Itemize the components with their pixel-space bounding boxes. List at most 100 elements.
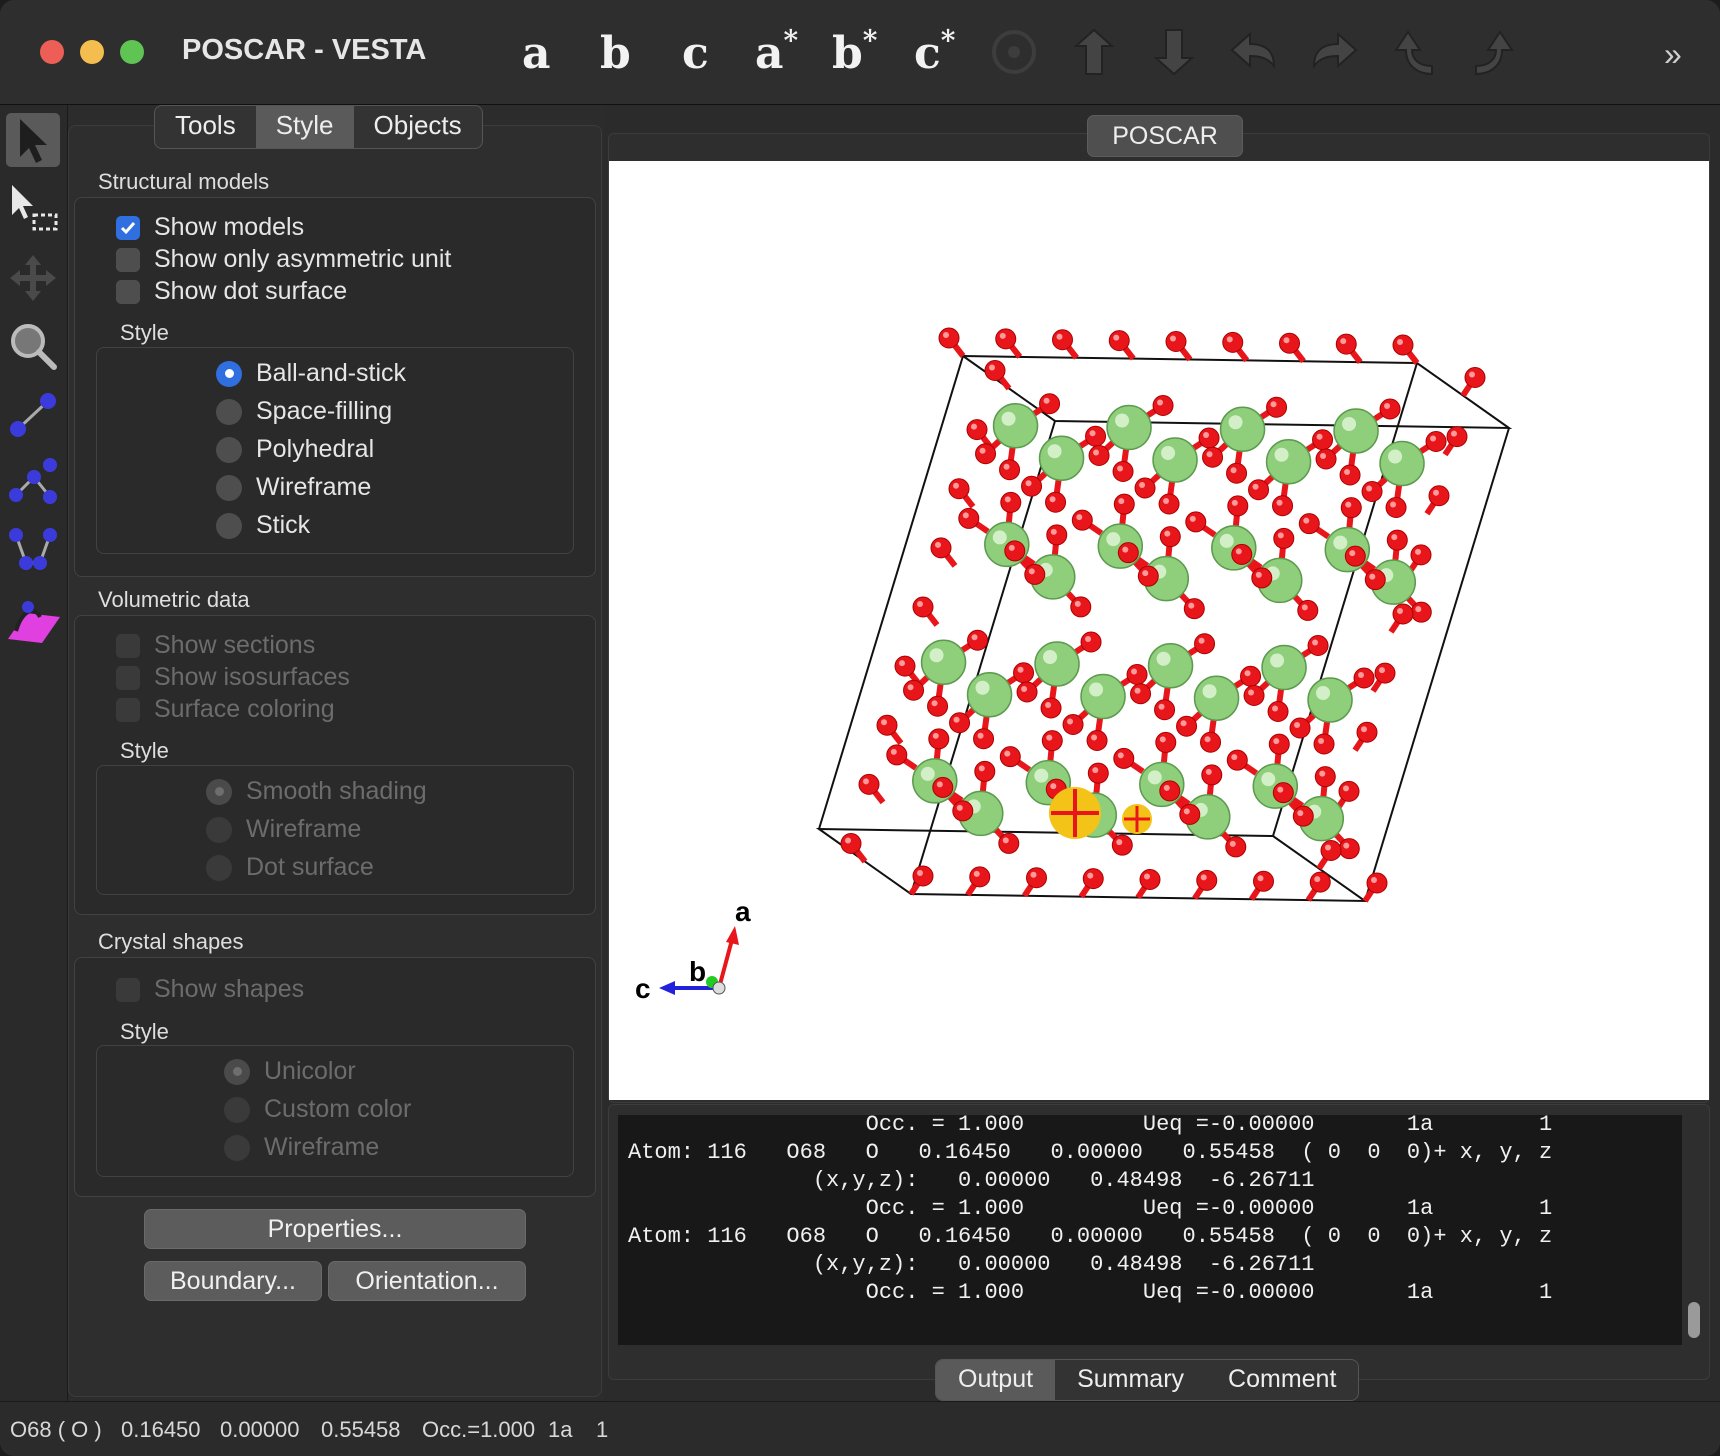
oxygen-atom[interactable] xyxy=(1297,599,1319,621)
oxygen-atom[interactable] xyxy=(1298,513,1320,535)
show-models-checkbox[interactable]: Show models xyxy=(116,213,304,242)
oxygen-atom[interactable] xyxy=(1312,429,1334,451)
oxygen-atom[interactable] xyxy=(1088,445,1110,466)
show-dot-surface-checkbox[interactable]: Show dot surface xyxy=(116,277,347,306)
select-region-icon[interactable] xyxy=(6,181,60,235)
rotate-down-icon[interactable] xyxy=(1148,26,1200,78)
smooth-shading-radio[interactable]: Smooth shading xyxy=(206,777,427,806)
oxygen-atom[interactable] xyxy=(1201,764,1223,786)
oxygen-atom[interactable] xyxy=(1202,446,1224,468)
oxygen-atom[interactable] xyxy=(1356,721,1378,743)
oxygen-atom[interactable] xyxy=(1428,485,1450,507)
oxygen-atom[interactable] xyxy=(1040,697,1062,719)
custom-color-radio[interactable]: Custom color xyxy=(224,1095,411,1124)
metal-atom[interactable] xyxy=(1152,437,1198,483)
view-along-a-star-button[interactable]: a* xyxy=(755,24,798,79)
oxygen-atom[interactable] xyxy=(974,760,996,782)
oxygen-atom[interactable] xyxy=(1410,601,1432,623)
oxygen-atom[interactable] xyxy=(999,746,1021,768)
oxygen-atom[interactable] xyxy=(1392,603,1414,625)
oxygen-atom[interactable] xyxy=(1240,665,1262,687)
oxygen-atom[interactable] xyxy=(1139,869,1161,890)
oxygen-atom[interactable] xyxy=(1155,731,1177,753)
oxygen-atom[interactable] xyxy=(1268,733,1290,755)
oxygen-atom[interactable] xyxy=(912,865,934,887)
metal-atom[interactable] xyxy=(1193,675,1240,721)
oxygen-atom[interactable] xyxy=(1176,715,1198,737)
crystal-structure-render[interactable]: a b c xyxy=(609,161,1709,1100)
oxygen-atom[interactable] xyxy=(1266,396,1288,418)
oxygen-atom[interactable] xyxy=(1004,540,1026,562)
select-arrow-icon[interactable] xyxy=(6,113,60,167)
oxygen-atom[interactable] xyxy=(967,629,989,651)
metal-atom[interactable] xyxy=(1106,404,1152,451)
oxygen-atom[interactable] xyxy=(973,728,995,750)
oxygen-atom[interactable] xyxy=(1392,334,1414,356)
show-asymmetric-unit-checkbox[interactable]: Show only asymmetric unit xyxy=(116,245,451,274)
oxygen-atom[interactable] xyxy=(1385,497,1407,518)
oxygen-atom[interactable] xyxy=(840,833,862,854)
tab-output[interactable]: Output xyxy=(936,1360,1056,1400)
tab-comment[interactable]: Comment xyxy=(1206,1360,1358,1400)
oxygen-atom[interactable] xyxy=(1046,524,1068,546)
oxygen-atom[interactable] xyxy=(1361,481,1383,502)
rotate-ccw-icon[interactable] xyxy=(1388,26,1440,78)
metal-atom[interactable] xyxy=(920,639,967,685)
oxygen-atom[interactable] xyxy=(1335,333,1357,355)
oxygen-atom[interactable] xyxy=(1272,782,1294,804)
oxygen-atom[interactable] xyxy=(1016,681,1038,703)
translate-icon[interactable] xyxy=(6,251,60,305)
oxygen-atom[interactable] xyxy=(1292,805,1314,827)
oxygen-atom[interactable] xyxy=(1309,871,1331,893)
close-window-button[interactable] xyxy=(40,40,64,64)
oxygen-atom[interactable] xyxy=(1248,479,1270,501)
oxygen-atom[interactable] xyxy=(1000,491,1022,513)
oxygen-atom[interactable] xyxy=(1085,425,1107,447)
lattice-plane-icon[interactable] xyxy=(6,591,60,645)
oxygen-atom[interactable] xyxy=(1226,462,1248,484)
oxygen-atom[interactable] xyxy=(1070,596,1092,618)
oxygen-atom[interactable] xyxy=(1251,567,1273,589)
oxygen-atom[interactable] xyxy=(912,596,934,618)
oxygen-atom[interactable] xyxy=(1315,448,1337,470)
boundary-button[interactable]: Boundary... xyxy=(144,1261,322,1301)
oxygen-atom[interactable] xyxy=(1158,493,1180,515)
oxygen-atom[interactable] xyxy=(1425,431,1447,452)
metal-atom[interactable] xyxy=(1147,643,1194,689)
oxygen-atom[interactable] xyxy=(1374,662,1396,684)
oxygen-atom[interactable] xyxy=(932,776,954,798)
oxygen-atom[interactable] xyxy=(1340,497,1362,519)
oxygen-atom[interactable] xyxy=(995,328,1017,350)
oxygen-atom[interactable] xyxy=(1026,867,1047,889)
output-scrollbar[interactable] xyxy=(1688,1302,1700,1338)
unicolor-radio[interactable]: Unicolor xyxy=(224,1057,356,1086)
oxygen-atom[interactable] xyxy=(1052,329,1073,351)
metal-atom[interactable] xyxy=(966,672,1013,718)
oxygen-atom[interactable] xyxy=(1200,731,1222,753)
oxygen-atom[interactable] xyxy=(1227,495,1249,517)
oxygen-atom[interactable] xyxy=(1111,834,1133,856)
oxygen-atom[interactable] xyxy=(966,419,988,441)
metal-atom[interactable] xyxy=(1038,435,1085,481)
oxygen-atom[interactable] xyxy=(1231,543,1253,565)
metal-atom[interactable] xyxy=(1034,641,1080,687)
oxygen-atom[interactable] xyxy=(1117,542,1139,564)
oxygen-atom[interactable] xyxy=(948,478,970,500)
oxygen-atom[interactable] xyxy=(1225,836,1247,858)
oxygen-atom[interactable] xyxy=(1464,367,1486,388)
oxygen-atom[interactable] xyxy=(1108,330,1130,352)
oxygen-atom[interactable] xyxy=(1134,477,1156,499)
oxygen-atom[interactable] xyxy=(975,443,997,465)
oxygen-atom[interactable] xyxy=(1159,780,1181,802)
oxygen-atom[interactable] xyxy=(927,695,949,717)
distance-tool-icon[interactable] xyxy=(6,387,60,441)
oxygen-atom[interactable] xyxy=(952,800,974,822)
oxygen-atom[interactable] xyxy=(1112,461,1134,482)
oxygen-atom[interactable] xyxy=(1013,662,1035,684)
properties-button[interactable]: Properties... xyxy=(144,1209,526,1249)
oxygen-atom[interactable] xyxy=(1024,563,1046,585)
oxygen-atom[interactable] xyxy=(1243,685,1265,706)
magnify-icon[interactable] xyxy=(6,319,60,373)
oxygen-atom[interactable] xyxy=(1386,529,1408,551)
rotate-cw-icon[interactable] xyxy=(1468,26,1520,78)
